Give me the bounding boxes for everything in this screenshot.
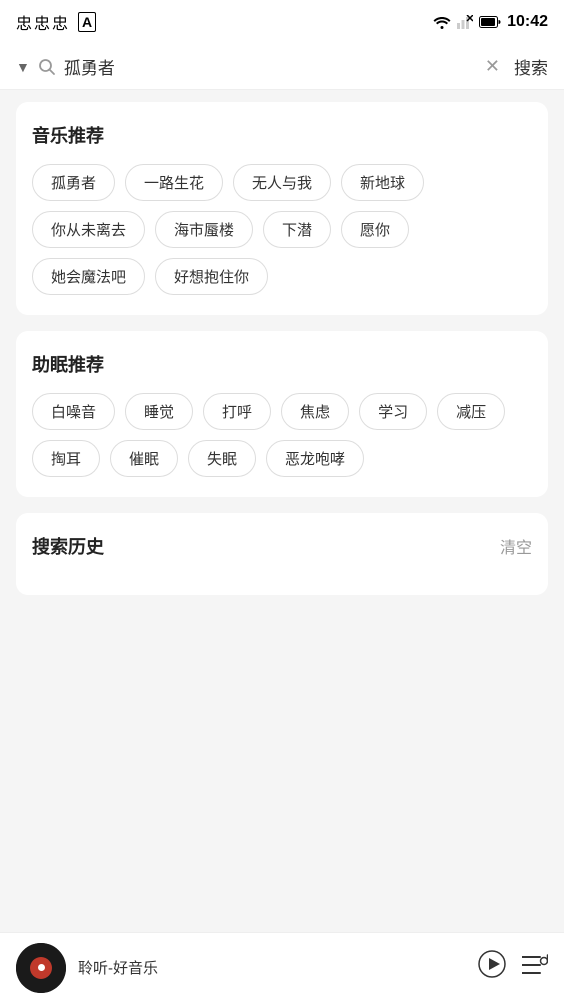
sleep-tag-2[interactable]: 打呼	[203, 393, 271, 430]
battery-icon	[479, 16, 501, 28]
search-button[interactable]: 搜索	[514, 54, 548, 79]
a-icon: A	[78, 12, 96, 32]
music-tag-3[interactable]: 新地球	[341, 164, 424, 201]
status-time: 10:42	[507, 13, 548, 31]
sleep-section: 助眠推荐 白噪音 睡觉 打呼 焦虑 学习 减压 掏耳 催眠 失眠 恶龙咆哮	[16, 331, 548, 497]
music-tag-1[interactable]: 一路生花	[125, 164, 223, 201]
wifi-icon	[433, 15, 451, 29]
sleep-tag-0[interactable]: 白噪音	[32, 393, 115, 430]
music-tag-5[interactable]: 海市蜃楼	[155, 211, 253, 248]
play-button[interactable]	[478, 950, 506, 985]
history-header: 搜索历史 清空	[32, 533, 532, 559]
clear-input-button[interactable]: ✕	[479, 54, 506, 79]
sleep-tag-9[interactable]: 恶龙咆哮	[266, 440, 364, 477]
music-tag-7[interactable]: 愿你	[341, 211, 409, 248]
history-section: 搜索历史 清空	[16, 513, 548, 595]
music-tag-4[interactable]: 你从未离去	[32, 211, 145, 248]
sleep-tags-container: 白噪音 睡觉 打呼 焦虑 学习 减压 掏耳 催眠 失眠 恶龙咆哮	[32, 393, 532, 477]
music-tags-container: 孤勇者 一路生花 无人与我 新地球 你从未离去 海市蜃楼 下潜 愿你 她会魔法吧…	[32, 164, 532, 295]
music-tag-0[interactable]: 孤勇者	[32, 164, 115, 201]
search-input-wrapper: ✕	[64, 54, 506, 79]
sleep-tag-1[interactable]: 睡觉	[125, 393, 193, 430]
music-tag-8[interactable]: 她会魔法吧	[32, 258, 145, 295]
sleep-tag-6[interactable]: 掏耳	[32, 440, 100, 477]
no-signal-icon	[457, 15, 473, 29]
sleep-tag-3[interactable]: 焦虑	[281, 393, 349, 430]
search-icon	[38, 58, 56, 76]
sleep-tag-7[interactable]: 催眠	[110, 440, 178, 477]
bottom-player: 聆听-好音乐	[0, 932, 564, 1002]
status-right: 10:42	[433, 13, 548, 31]
music-tag-6[interactable]: 下潜	[263, 211, 331, 248]
search-bar: ▼ ✕ 搜索	[0, 44, 564, 90]
player-info: 聆听-好音乐	[78, 957, 466, 978]
music-tag-9[interactable]: 好想抱住你	[155, 258, 268, 295]
status-bar: 忠忠忠 A 10:42	[0, 0, 564, 44]
sleep-tag-5[interactable]: 减压	[437, 393, 505, 430]
dropdown-arrow[interactable]: ▼	[16, 59, 30, 75]
search-input[interactable]	[64, 57, 471, 77]
signal-icon: 忠忠忠	[16, 10, 70, 34]
main-content: 音乐推荐 孤勇者 一路生花 无人与我 新地球 你从未离去 海市蜃楼 下潜 愿你 …	[0, 90, 564, 924]
sleep-section-title: 助眠推荐	[32, 351, 532, 377]
playlist-button[interactable]	[522, 954, 548, 982]
music-section: 音乐推荐 孤勇者 一路生花 无人与我 新地球 你从未离去 海市蜃楼 下潜 愿你 …	[16, 102, 548, 315]
player-title: 聆听-好音乐	[78, 960, 158, 977]
music-section-title: 音乐推荐	[32, 122, 532, 148]
sleep-tag-4[interactable]: 学习	[359, 393, 427, 430]
vinyl-disc	[16, 943, 66, 993]
clear-history-button[interactable]: 清空	[500, 534, 532, 558]
status-left: 忠忠忠 A	[16, 10, 96, 34]
player-controls	[478, 950, 548, 985]
music-tag-2[interactable]: 无人与我	[233, 164, 331, 201]
sleep-tag-8[interactable]: 失眠	[188, 440, 256, 477]
history-title: 搜索历史	[32, 533, 104, 559]
